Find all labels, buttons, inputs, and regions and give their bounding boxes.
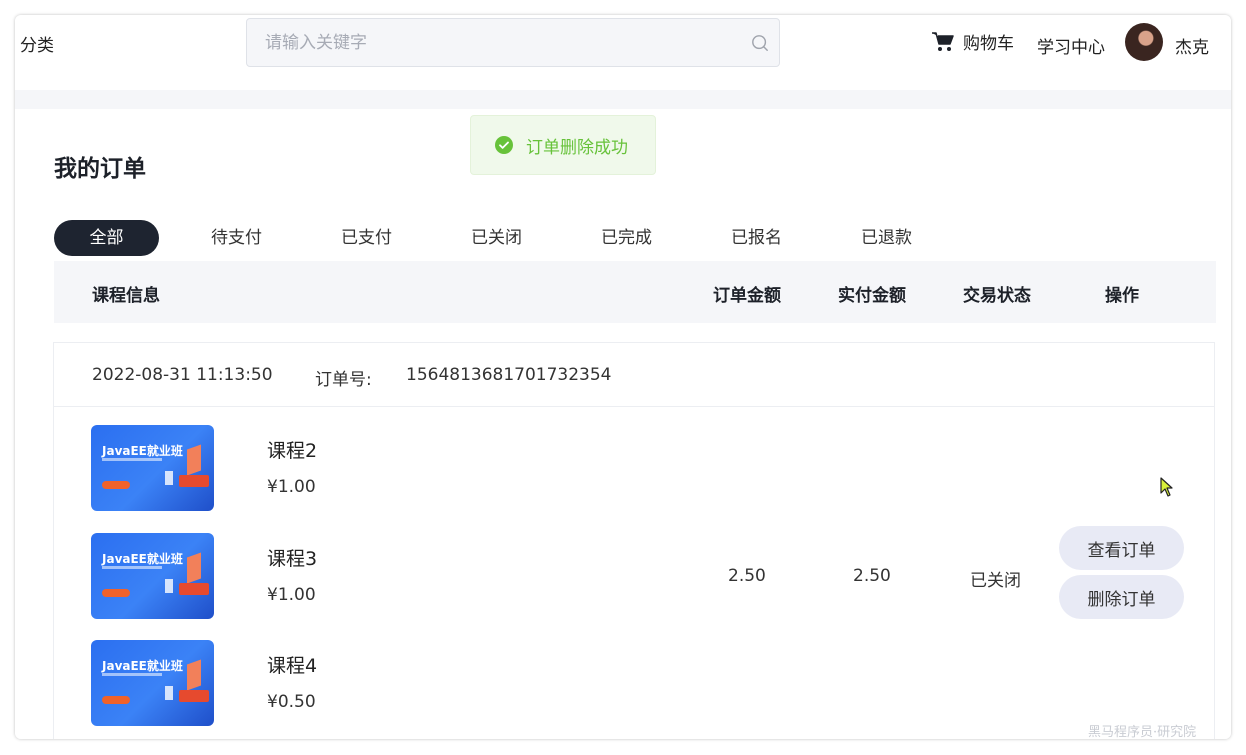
check-circle-icon <box>495 136 513 154</box>
orders-panel: 我的订单 订单删除成功 全部 待支付 已支付 已关闭 已完成 已报名 已退款 课… <box>15 109 1231 739</box>
order-card: 2022-08-31 11:13:50 订单号: 156481368170173… <box>53 342 1215 739</box>
tab-closed[interactable]: 已关闭 <box>444 220 549 256</box>
learning-center-link[interactable]: 学习中心 <box>1037 33 1105 58</box>
header-actions: 操作 <box>1105 286 1139 306</box>
order-amount: 2.50 <box>728 566 766 586</box>
cart-label: 购物车 <box>963 34 1014 54</box>
page-title: 我的订单 <box>54 156 146 182</box>
thumbnail-title: JavaEE就业班 <box>102 659 183 673</box>
tab-paid[interactable]: 已支付 <box>314 220 419 256</box>
course-price: ¥1.00 <box>267 477 316 497</box>
view-order-button[interactable]: 查看订单 <box>1059 526 1184 570</box>
watermark: 黑马程序员·研究院 <box>1088 725 1197 740</box>
course-name[interactable]: 课程3 <box>267 544 317 571</box>
course-thumbnail[interactable]: JavaEE就业班 <box>91 533 214 619</box>
thumbnail-title: JavaEE就业班 <box>102 444 183 458</box>
avatar[interactable] <box>1125 23 1163 61</box>
order-time: 2022-08-31 11:13:50 <box>92 365 273 385</box>
course-price: ¥0.50 <box>267 692 316 712</box>
thumbnail-title: JavaEE就业班 <box>102 552 183 566</box>
delete-order-button[interactable]: 删除订单 <box>1059 575 1184 619</box>
order-number: 1564813681701732354 <box>406 365 612 385</box>
shopping-cart-icon <box>932 31 954 51</box>
search-input[interactable] <box>247 19 727 66</box>
success-toast: 订单删除成功 <box>470 115 656 175</box>
table-header: 课程信息 订单金额 实付金额 交易状态 操作 <box>54 261 1216 323</box>
course-name[interactable]: 课程4 <box>267 651 317 678</box>
username[interactable]: 杰克 <box>1175 33 1209 58</box>
course-thumbnail[interactable]: JavaEE就业班 <box>91 640 214 726</box>
order-header: 2022-08-31 11:13:50 订单号: 156481368170173… <box>54 343 1214 407</box>
course-item[interactable]: JavaEE就业班 课程4 ¥0.50 <box>91 640 571 726</box>
mouse-cursor-icon <box>1160 477 1173 497</box>
order-status: 已关闭 <box>970 571 1021 591</box>
course-item[interactable]: JavaEE就业班 课程3 ¥1.00 <box>91 533 571 619</box>
header-status: 交易状态 <box>963 286 1031 306</box>
toast-message: 订单删除成功 <box>526 137 628 158</box>
course-price: ¥1.00 <box>267 585 316 605</box>
category-menu[interactable]: 分类 <box>20 31 54 56</box>
course-item[interactable]: JavaEE就业班 课程2 ¥1.00 <box>91 425 571 511</box>
cart-link[interactable]: 购物车 <box>931 29 1014 54</box>
tab-pending-payment[interactable]: 待支付 <box>184 220 289 256</box>
header-course-info: 课程信息 <box>92 286 160 306</box>
tab-refunded[interactable]: 已退款 <box>834 220 939 256</box>
app-window: 分类 购物车 学习中心 杰克 我的订单 <box>15 15 1231 739</box>
paid-amount: 2.50 <box>853 566 891 586</box>
tab-all[interactable]: 全部 <box>54 220 159 256</box>
course-name[interactable]: 课程2 <box>267 436 317 463</box>
top-navigation: 分类 购物车 学习中心 杰克 <box>15 15 1231 90</box>
tab-enrolled[interactable]: 已报名 <box>704 220 809 256</box>
search-box[interactable] <box>246 18 780 67</box>
header-paid-amount: 实付金额 <box>838 286 906 306</box>
tab-completed[interactable]: 已完成 <box>574 220 679 256</box>
order-number-label: 订单号: <box>315 370 372 390</box>
search-icon[interactable] <box>751 34 769 52</box>
header-order-amount: 订单金额 <box>713 286 781 306</box>
course-thumbnail[interactable]: JavaEE就业班 <box>91 425 214 511</box>
